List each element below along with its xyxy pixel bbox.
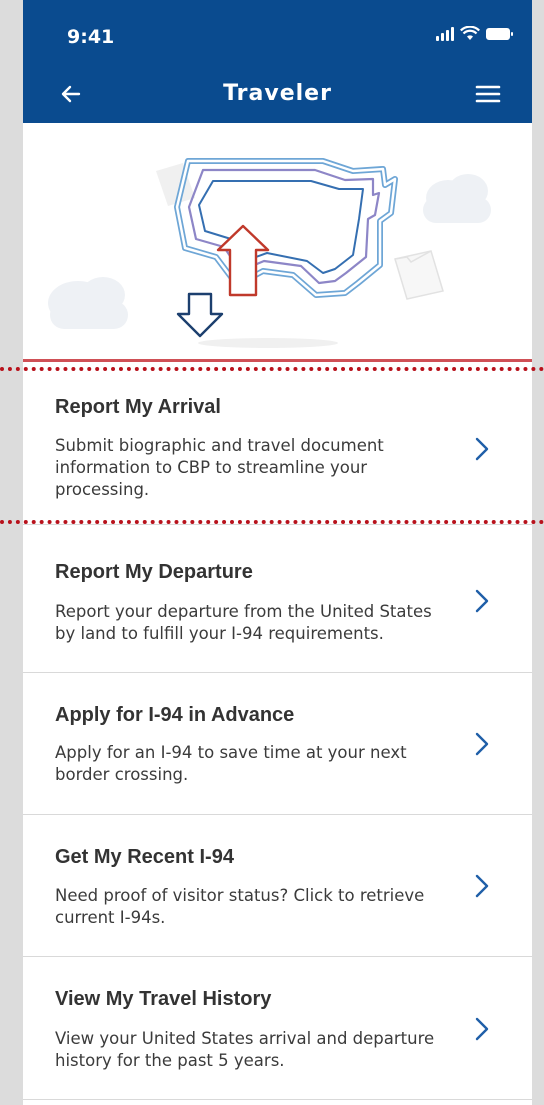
page-title: Traveler [223,81,332,106]
chevron-right-icon [475,589,489,613]
folder-icon [394,250,444,300]
menu-item-report-departure[interactable]: Report My Departure Report your departur… [23,525,532,673]
usa-map-illustration [48,158,491,348]
chevron-right-icon [475,1017,489,1041]
status-time: 9:41 [67,26,115,48]
menu-item-travel-history[interactable]: View My Travel History View your United … [23,957,532,1100]
menu-item-description: Submit biographic and travel document in… [55,436,384,499]
battery-icon [486,27,513,40]
menu-item-title: View My Travel History [55,988,272,1010]
hero-illustration [23,123,532,362]
menu-item-title: Get My Recent I-94 [55,846,234,868]
menu-item-title: Report My Departure [55,561,253,583]
chevron-right-icon [475,732,489,756]
chevron-right-icon [475,874,489,898]
nav-bar: Traveler [23,66,532,123]
signal-icon [436,26,454,41]
menu-item-description: Need proof of visitor status? Click to r… [55,886,425,927]
menu-item-description: Report your departure from the United St… [55,602,432,643]
menu-item-title: Apply for I-94 in Advance [55,704,295,726]
hamburger-menu-icon[interactable] [474,82,502,106]
chevron-right-icon [475,437,489,461]
status-icons [436,26,513,41]
status-bar: 9:41 [23,0,532,66]
highlight-divider-bottom [0,520,544,524]
cloud-icon [423,174,491,223]
menu-item-title: Report My Arrival [55,396,221,418]
menu-item-recent-i94[interactable]: Get My Recent I-94 Need proof of visitor… [23,815,532,957]
menu-item-description: Apply for an I-94 to save time at your n… [55,743,407,784]
cloud-icon [48,277,128,329]
menu-item-description: View your United States arrival and depa… [55,1029,435,1070]
wifi-icon [460,26,480,40]
app-screen: 9:41 Traveler Report My Arrival Submit b… [23,0,532,1105]
menu-item-apply-i94[interactable]: Apply for I-94 in Advance Apply for an I… [23,673,532,815]
menu-item-report-arrival[interactable]: Report My Arrival Submit biographic and … [23,362,532,525]
highlight-divider-top [0,367,544,371]
